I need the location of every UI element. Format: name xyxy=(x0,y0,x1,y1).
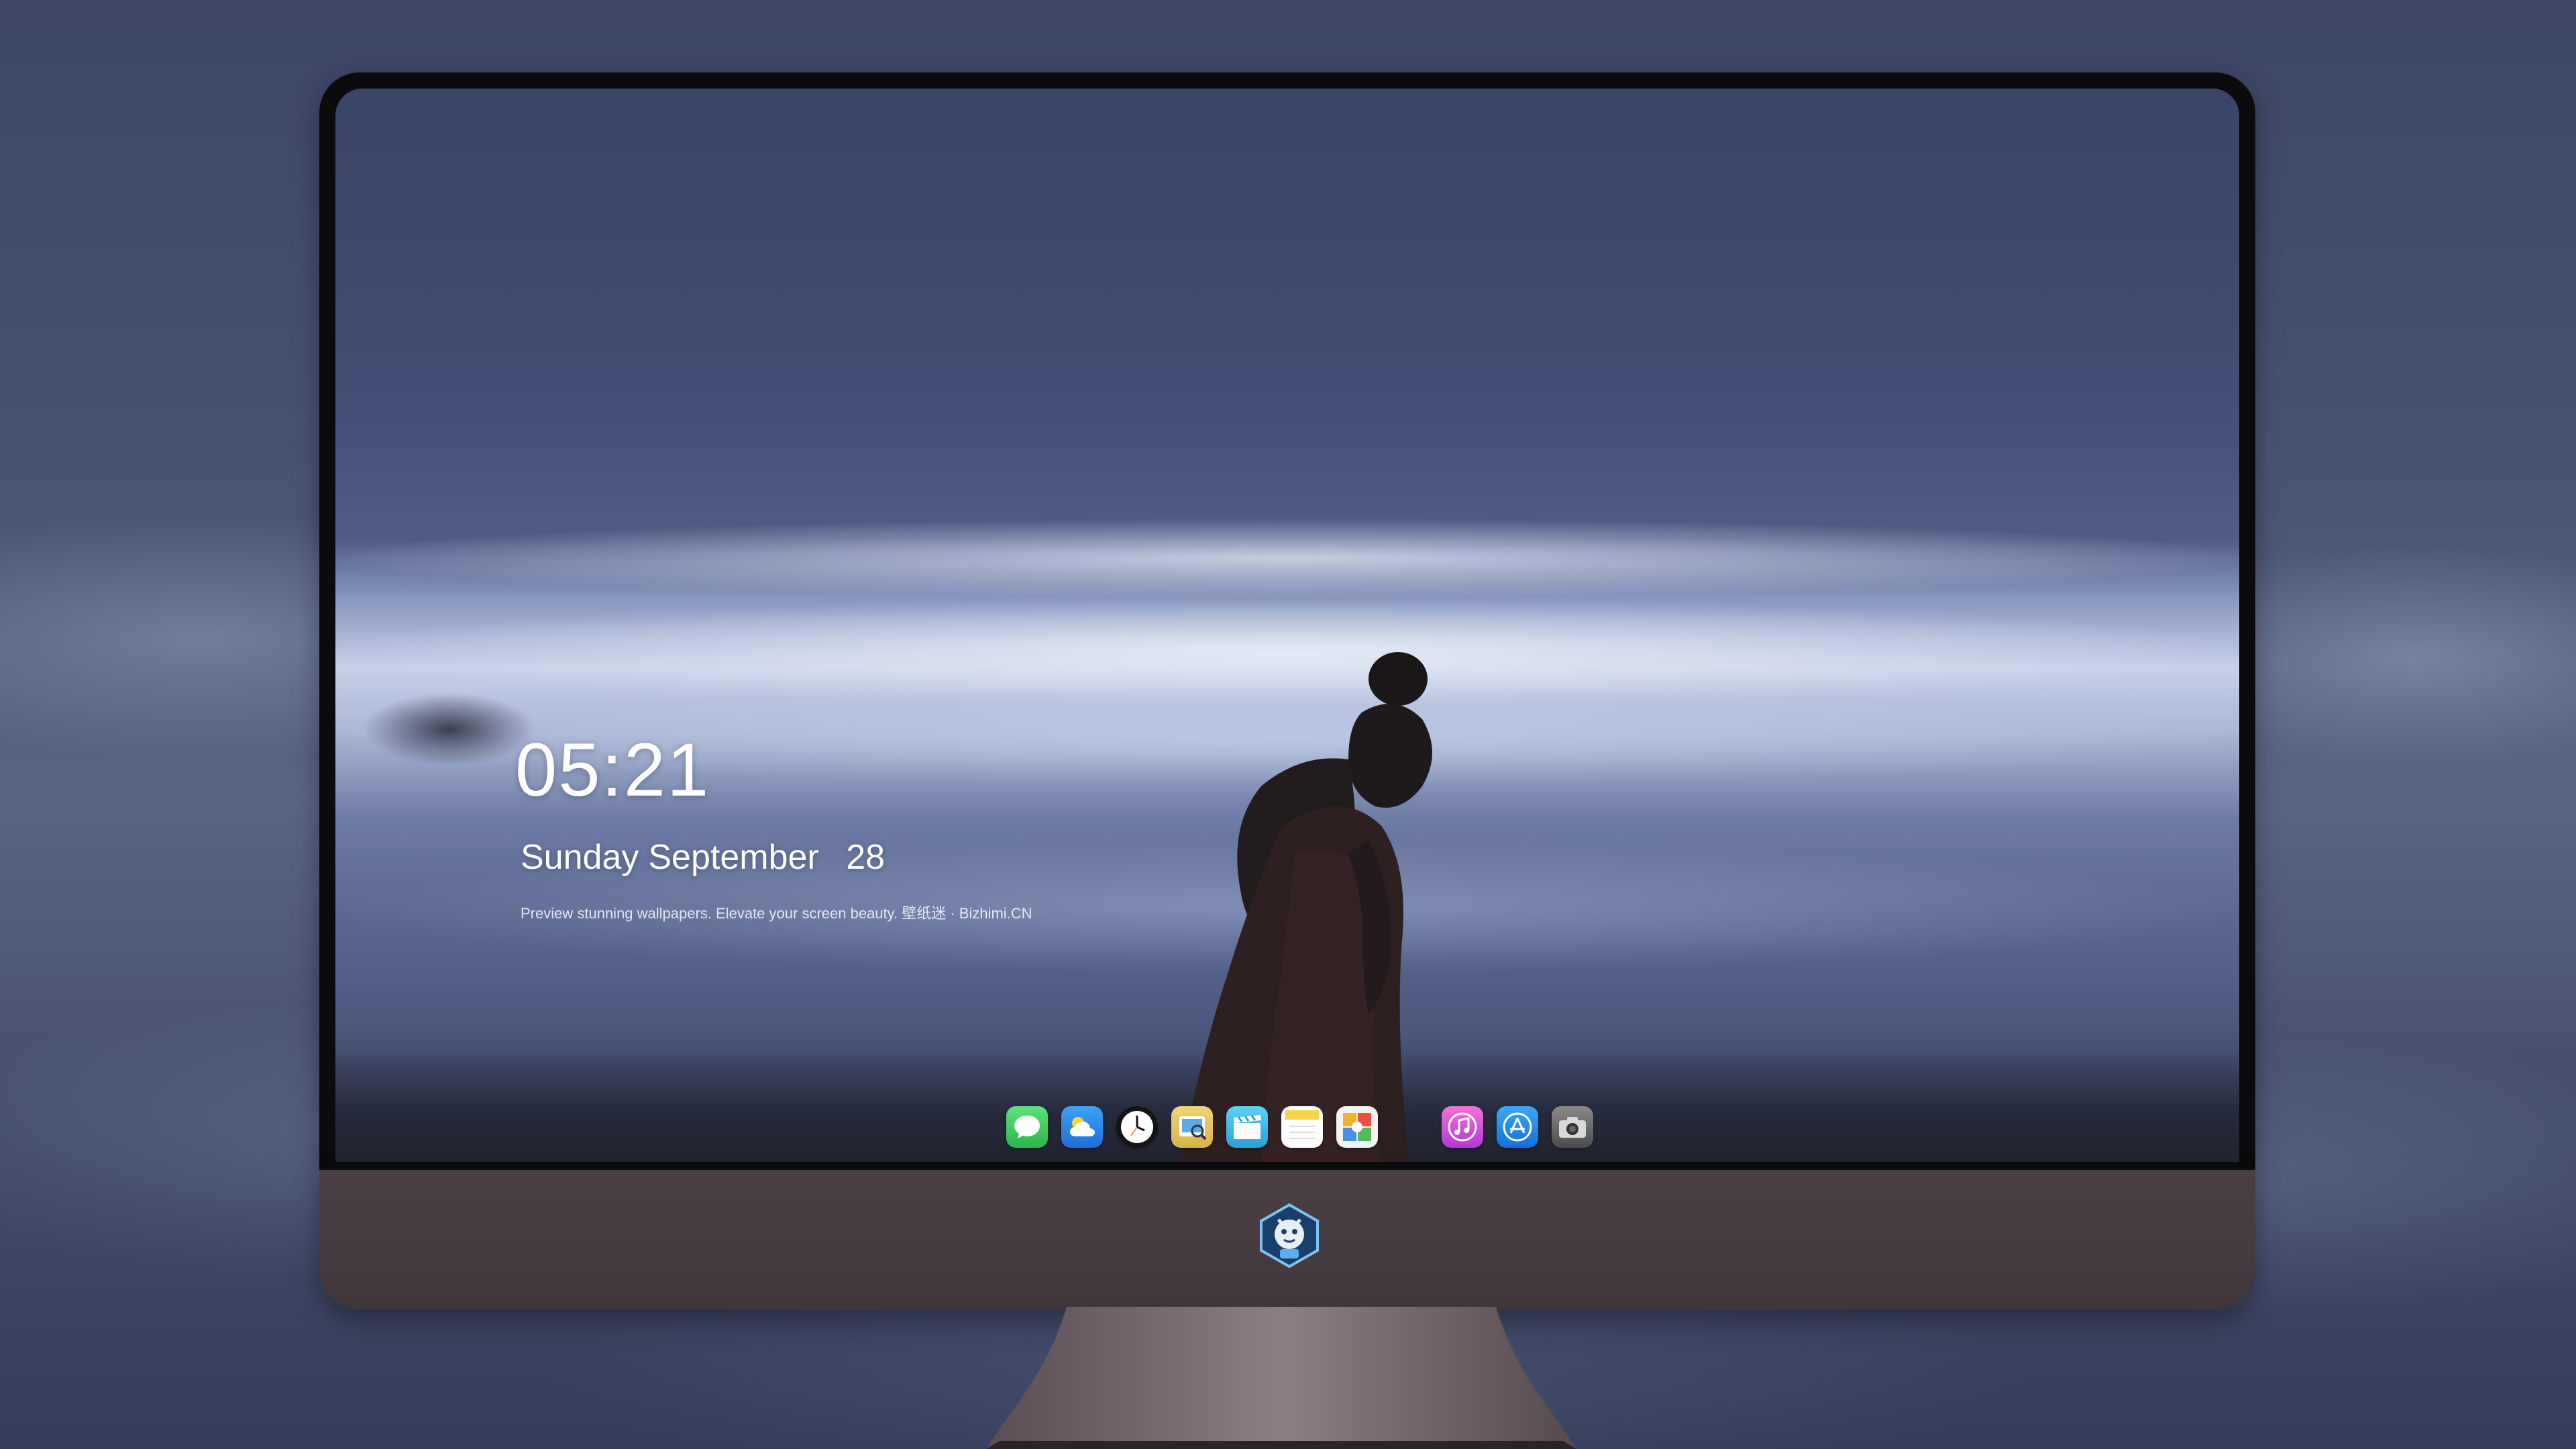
clips-icon[interactable] xyxy=(1226,1106,1268,1148)
lock-screen-time: 05:21 xyxy=(515,728,710,812)
music-icon[interactable] xyxy=(1442,1106,1483,1148)
photos-collage-icon[interactable] xyxy=(1336,1106,1378,1148)
date-number: 28 xyxy=(846,838,885,877)
monitor: 05:21 Sunday September 28 Preview stunnin… xyxy=(319,72,2255,1449)
messages-icon[interactable] xyxy=(1006,1106,1048,1148)
wave-crest xyxy=(335,518,2239,598)
app-store-icon[interactable] xyxy=(1497,1106,1538,1148)
dock-separator xyxy=(1409,1108,1411,1146)
lock-screen-date: Sunday September 28 xyxy=(521,840,894,875)
month-label: September xyxy=(648,838,819,877)
clock-icon[interactable] xyxy=(1116,1106,1158,1148)
wallpaper-tagline: Preview stunning wallpapers. Elevate you… xyxy=(521,905,1032,922)
rocks xyxy=(362,692,537,766)
dock xyxy=(1006,1102,1593,1152)
monitor-stand xyxy=(986,1307,1576,1449)
notes-icon[interactable] xyxy=(1281,1106,1323,1148)
camera-icon[interactable] xyxy=(1552,1106,1593,1148)
preview-icon[interactable] xyxy=(1171,1106,1213,1148)
day-label: Sunday xyxy=(521,838,639,877)
monitor-chin xyxy=(319,1170,2255,1309)
woman-silhouette xyxy=(1181,652,1432,1162)
monitor-bezel: 05:21 Sunday September 28 Preview stunnin… xyxy=(319,72,2255,1170)
brand-logo-icon xyxy=(1260,1203,1319,1269)
screen-wallpaper: 05:21 Sunday September 28 Preview stunnin… xyxy=(335,89,2239,1162)
weather-icon[interactable] xyxy=(1061,1106,1103,1148)
